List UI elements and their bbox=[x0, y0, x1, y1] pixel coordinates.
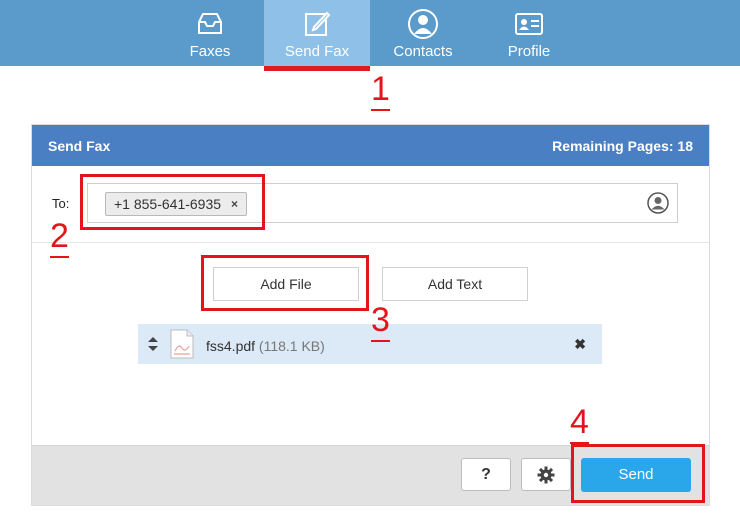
nav-contacts[interactable]: Contacts bbox=[370, 0, 476, 66]
send-fax-screen: Faxes Send Fax Contacts Profile 1 Send F… bbox=[0, 0, 740, 521]
settings-button[interactable] bbox=[521, 458, 571, 491]
nav-send-fax-label: Send Fax bbox=[284, 43, 350, 60]
active-tab-indicator bbox=[264, 66, 370, 71]
nav-profile-label: Profile bbox=[507, 43, 551, 60]
add-file-button[interactable]: Add File bbox=[213, 267, 359, 301]
panel-footer: ? Send bbox=[32, 445, 709, 505]
pdf-file-icon bbox=[170, 329, 194, 359]
recipient-input[interactable]: +1 855-641-6935 × bbox=[87, 183, 678, 223]
annotation-1: 1 bbox=[371, 70, 390, 111]
nav-faxes[interactable]: Faxes bbox=[157, 0, 263, 66]
attachment-size: (118.1 KB) bbox=[258, 338, 325, 354]
panel-title: Send Fax bbox=[48, 138, 111, 154]
top-navigation: Faxes Send Fax Contacts Profile bbox=[0, 0, 740, 66]
nav-contacts-label: Contacts bbox=[393, 43, 453, 60]
annotation-2: 2 bbox=[50, 217, 69, 258]
section-divider bbox=[32, 242, 709, 243]
attachment-name: fss4.pdf bbox=[206, 338, 256, 354]
nav-send-fax[interactable]: Send Fax bbox=[264, 0, 370, 66]
to-label: To: bbox=[52, 196, 70, 211]
remove-recipient-button[interactable]: × bbox=[231, 193, 238, 215]
recipient-chip-label: +1 855-641-6935 bbox=[114, 196, 222, 212]
remaining-pages: Remaining Pages: 18 bbox=[552, 138, 693, 154]
attachment-row[interactable]: fss4.pdf (118.1 KB) ✖ bbox=[138, 324, 602, 364]
add-text-button[interactable]: Add Text bbox=[382, 267, 528, 301]
contact-picker-icon[interactable] bbox=[647, 192, 669, 214]
panel-header: Send Fax Remaining Pages: 18 bbox=[32, 125, 709, 166]
user-circle-icon bbox=[408, 9, 438, 39]
nav-profile[interactable]: Profile bbox=[476, 0, 582, 66]
sort-handle-icon[interactable] bbox=[148, 337, 158, 351]
inbox-tray-icon bbox=[198, 13, 222, 34]
annotation-4: 4 bbox=[570, 403, 589, 444]
send-button[interactable]: Send bbox=[581, 458, 691, 492]
recipient-chip[interactable]: +1 855-641-6935 × bbox=[105, 192, 248, 216]
remove-attachment-button[interactable]: ✖ bbox=[574, 336, 586, 353]
nav-faxes-label: Faxes bbox=[189, 43, 231, 60]
edit-pencil-icon bbox=[305, 11, 331, 36]
gear-icon bbox=[537, 466, 555, 484]
help-button[interactable]: ? bbox=[461, 458, 511, 491]
attachment-filename: fss4.pdf (118.1 KB) bbox=[206, 338, 325, 354]
id-card-icon bbox=[515, 13, 543, 35]
annotation-3: 3 bbox=[371, 301, 390, 342]
